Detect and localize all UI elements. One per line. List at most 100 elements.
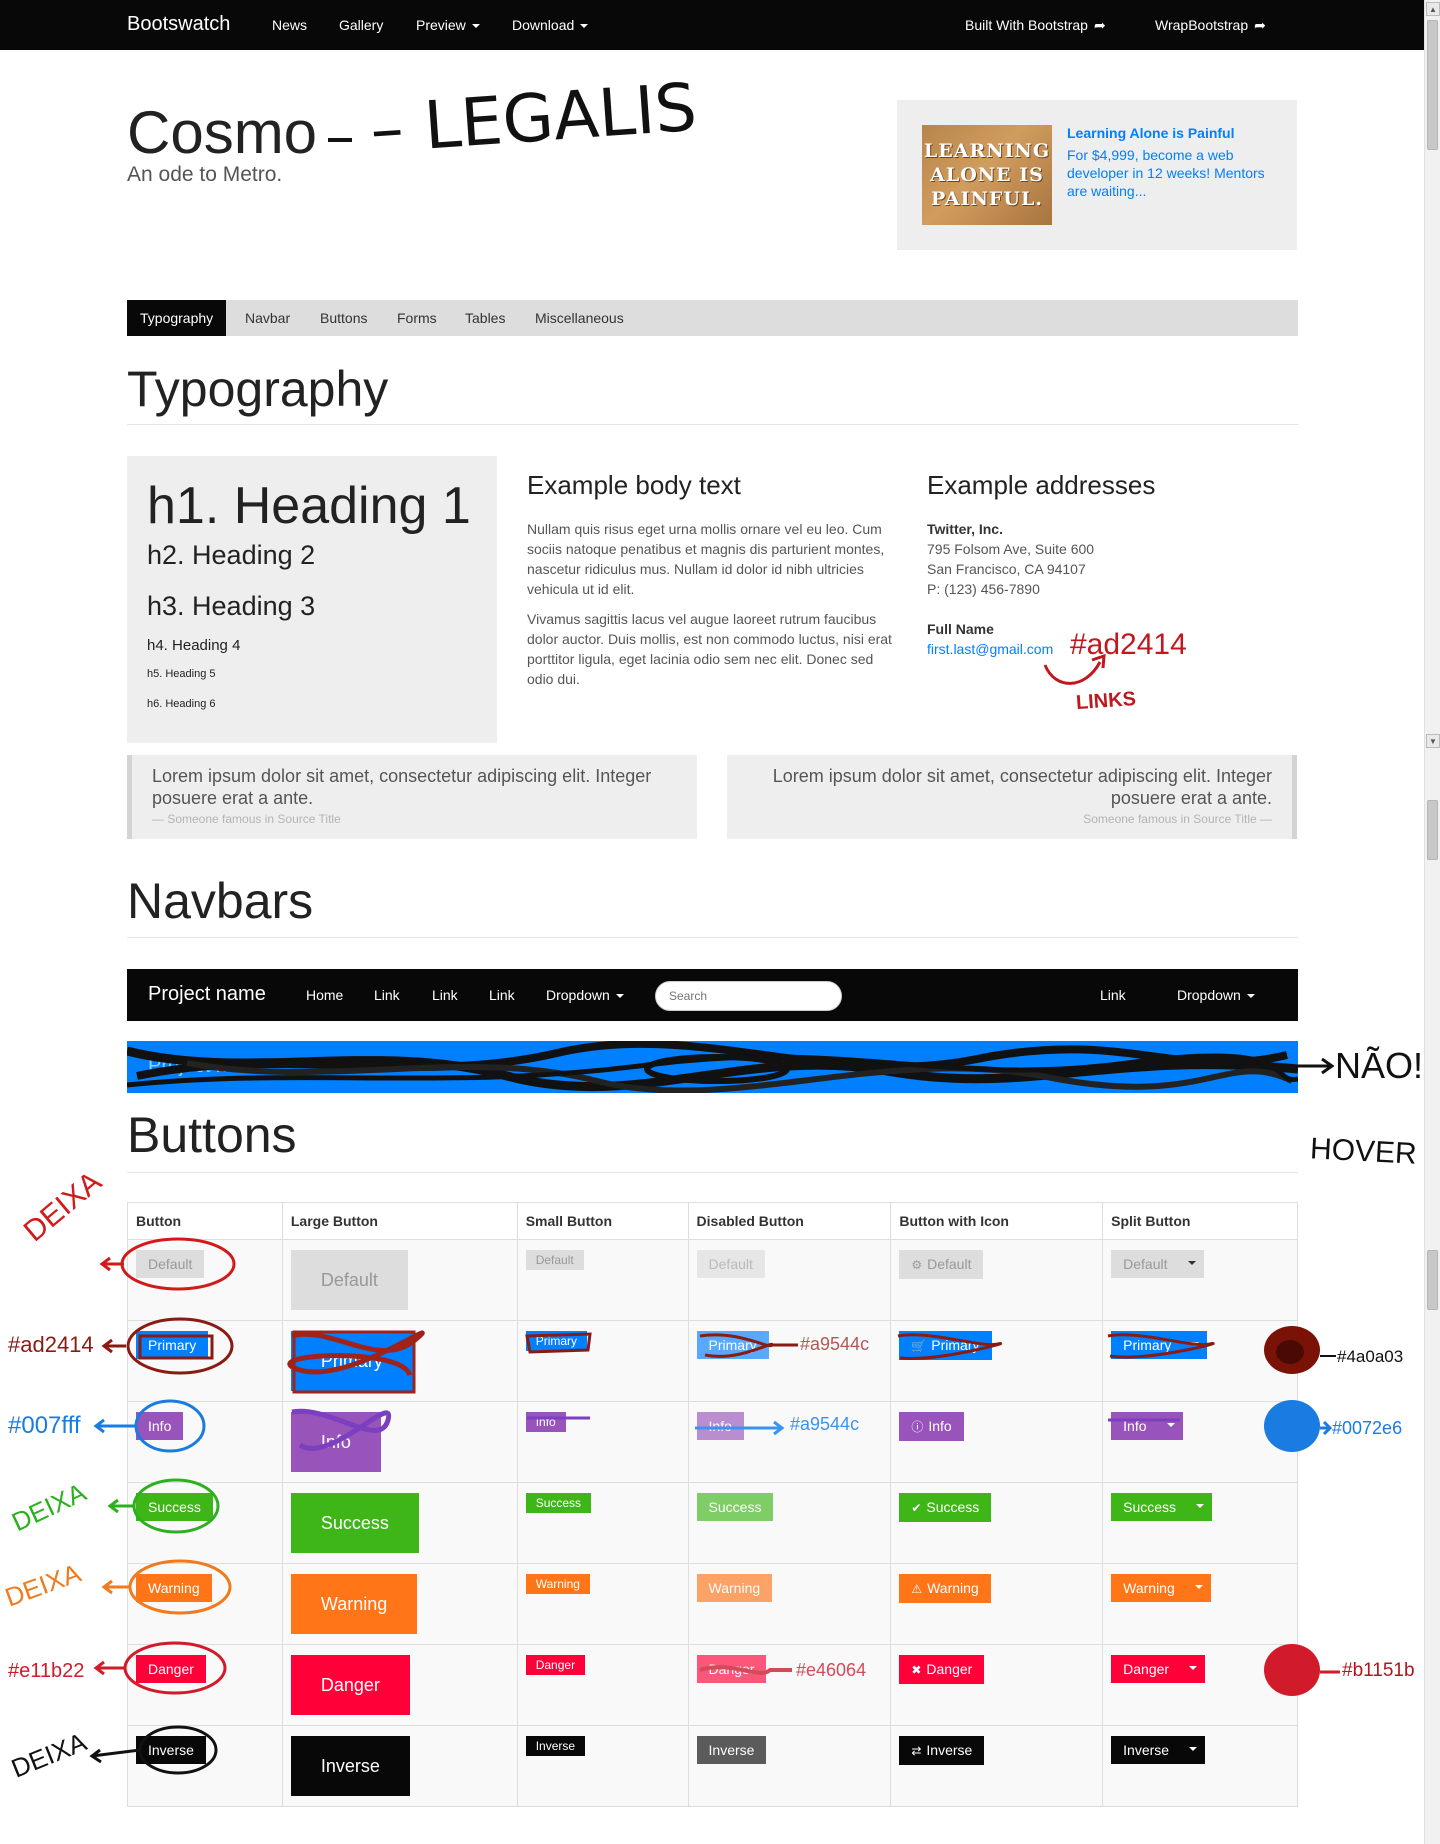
danger-color-note: #e11b22 — [8, 1660, 85, 1682]
primary-split-button[interactable]: Primary — [1111, 1331, 1184, 1359]
page-subtitle: An ode to Metro. — [127, 163, 283, 186]
body-text-title: Example body text — [527, 470, 741, 500]
caret-down-icon — [1189, 1746, 1198, 1751]
tab-miscellaneous[interactable]: Miscellaneous — [522, 300, 637, 336]
tab-navbar[interactable]: Navbar — [232, 300, 303, 336]
nav-gallery[interactable]: Gallery — [339, 17, 383, 33]
primary-button-with-icon[interactable]: 🛒 Primary — [899, 1331, 992, 1360]
success-split-button[interactable]: Success — [1111, 1493, 1189, 1521]
caret-down-icon — [1189, 1665, 1198, 1670]
button-label: Success — [926, 1499, 980, 1515]
info-split-button[interactable]: Info — [1111, 1412, 1159, 1440]
primary-split-caret[interactable] — [1183, 1331, 1208, 1359]
ad-text[interactable]: For $4,999, become a web developer in 12… — [1067, 146, 1277, 200]
email-link[interactable]: first.last@gmail.com — [927, 641, 1053, 657]
inverse-button[interactable]: Inverse — [136, 1736, 206, 1764]
example-search-input[interactable] — [655, 981, 842, 1011]
danger-button-large[interactable]: Danger — [290, 1655, 410, 1715]
success-button[interactable]: Success — [136, 1493, 213, 1521]
inverse-button-with-icon[interactable]: ⇄ Inverse — [899, 1736, 985, 1765]
primary-button[interactable]: Primary — [136, 1331, 209, 1359]
inverse-button-large[interactable]: Inverse — [290, 1736, 410, 1796]
example-nav-link-right[interactable]: Link — [1100, 987, 1126, 1003]
success-button-with-icon[interactable]: ✔ Success — [899, 1493, 992, 1522]
nav-news[interactable]: News — [272, 17, 307, 33]
default-split-caret[interactable] — [1179, 1250, 1204, 1278]
default-split-button[interactable]: Default — [1111, 1250, 1180, 1278]
disabled-primary-note: #a9544c — [800, 1334, 870, 1354]
success-split-caret[interactable] — [1188, 1493, 1213, 1521]
scroll-down-icon[interactable]: ▼ — [1426, 734, 1440, 748]
disabled-info-note: #a9544c — [790, 1414, 860, 1434]
scroll-up-icon[interactable]: ▲ — [1426, 2, 1440, 16]
links-note: LINKS — [1075, 687, 1137, 715]
default-button[interactable]: Default — [136, 1250, 205, 1278]
example-nav-link[interactable]: Link — [432, 987, 458, 1003]
tab-tables[interactable]: Tables — [452, 300, 518, 336]
nav-download-dropdown[interactable]: Download — [512, 17, 589, 33]
navbar-brand[interactable]: Bootswatch — [127, 13, 230, 36]
warning-split-button[interactable]: Warning — [1111, 1574, 1187, 1602]
warning-button-small[interactable]: Warning — [525, 1574, 590, 1594]
nav-preview-label: Preview — [416, 17, 466, 33]
warning-button[interactable]: Warning — [136, 1574, 212, 1602]
danger-button-small[interactable]: Danger — [525, 1655, 586, 1675]
inverse-split-button[interactable]: Inverse — [1111, 1736, 1182, 1764]
heading-2: h2. Heading 2 — [147, 540, 316, 570]
buttons-table: Button Large Button Small Button Disable… — [127, 1202, 1298, 1807]
example-nav-link[interactable]: Link — [374, 987, 400, 1003]
inverse-button-small[interactable]: Inverse — [525, 1736, 586, 1756]
success-button-small[interactable]: Success — [525, 1493, 592, 1513]
success-button-disabled: Success — [696, 1493, 774, 1521]
nav-preview-dropdown[interactable]: Preview — [416, 17, 480, 33]
page-scrollbar[interactable]: ▲ ▼ — [1424, 0, 1440, 1844]
info-split-caret[interactable] — [1158, 1412, 1183, 1440]
scribble-overlay — [127, 1041, 1298, 1093]
info-button-small[interactable]: Info — [525, 1412, 566, 1432]
primary-button-small[interactable]: Primary — [525, 1331, 588, 1351]
body-paragraph-2: Vivamus sagittis lacus vel augue laoreet… — [527, 611, 892, 687]
nav-wrapbootstrap[interactable]: WrapBootstrap ➦ — [1155, 17, 1266, 34]
example-nav-link[interactable]: Link — [489, 987, 515, 1003]
tab-typography[interactable]: Typography — [127, 300, 227, 336]
warning-button-large[interactable]: Warning — [290, 1574, 418, 1634]
danger-split-caret[interactable] — [1181, 1655, 1206, 1683]
info-button-with-icon[interactable]: ⓘ Info — [899, 1412, 964, 1441]
ad-image[interactable]: LEARNING ALONE IS PAINFUL. — [922, 125, 1052, 225]
inverse-split-caret[interactable] — [1181, 1736, 1206, 1764]
warning-split-caret[interactable] — [1186, 1574, 1211, 1602]
nav-wrap-label: WrapBootstrap — [1155, 17, 1249, 33]
info-button-large[interactable]: Info — [290, 1412, 381, 1472]
default-button-with-icon[interactable]: ⚙ Default — [899, 1250, 984, 1279]
danger-button-disabled: Danger — [696, 1655, 767, 1683]
example-nav-dropdown[interactable]: Dropdown — [546, 987, 624, 1003]
nav-built-with-bootstrap[interactable]: Built With Bootstrap ➦ — [965, 17, 1106, 34]
success-button-large[interactable]: Success — [290, 1493, 419, 1553]
caret-down-icon — [1187, 1260, 1196, 1265]
default-button-small[interactable]: Default — [525, 1250, 584, 1270]
table-row: Danger Danger Danger Danger ✖ Danger Dang… — [127, 1644, 1298, 1726]
primary-button-large[interactable]: Primary — [290, 1331, 413, 1391]
danger-split-button[interactable]: Danger — [1111, 1655, 1182, 1683]
hover-note: HOVER — [1309, 1132, 1418, 1171]
scroll-thumb-3[interactable] — [1427, 1250, 1438, 1310]
column-header: Large Button — [281, 1202, 518, 1240]
example-navbar-brand[interactable]: Project name — [148, 983, 266, 1006]
table-row: Primary Primary Primary Primary 🛒 Primary… — [127, 1320, 1298, 1402]
danger-button[interactable]: Danger — [136, 1655, 206, 1683]
scroll-thumb[interactable] — [1427, 20, 1438, 150]
table-row: Warning Warning Warning Warning ⚠ Warning… — [127, 1563, 1298, 1645]
caret-down-icon — [1196, 1503, 1205, 1508]
scroll-thumb-2[interactable] — [1427, 800, 1438, 860]
info-button[interactable]: Info — [136, 1412, 184, 1440]
caret-down-icon — [615, 994, 624, 999]
default-button-large[interactable]: Default — [290, 1250, 408, 1310]
tab-buttons[interactable]: Buttons — [307, 300, 380, 336]
danger-button-with-icon[interactable]: ✖ Danger — [899, 1655, 985, 1684]
example-nav-dropdown-right[interactable]: Dropdown — [1177, 987, 1255, 1003]
tab-forms[interactable]: Forms — [384, 300, 450, 336]
info-circle-icon: ⓘ — [911, 1420, 924, 1434]
warning-button-with-icon[interactable]: ⚠ Warning — [899, 1574, 991, 1603]
ad-title[interactable]: Learning Alone is Painful — [1067, 125, 1235, 141]
example-nav-home[interactable]: Home — [306, 987, 343, 1003]
